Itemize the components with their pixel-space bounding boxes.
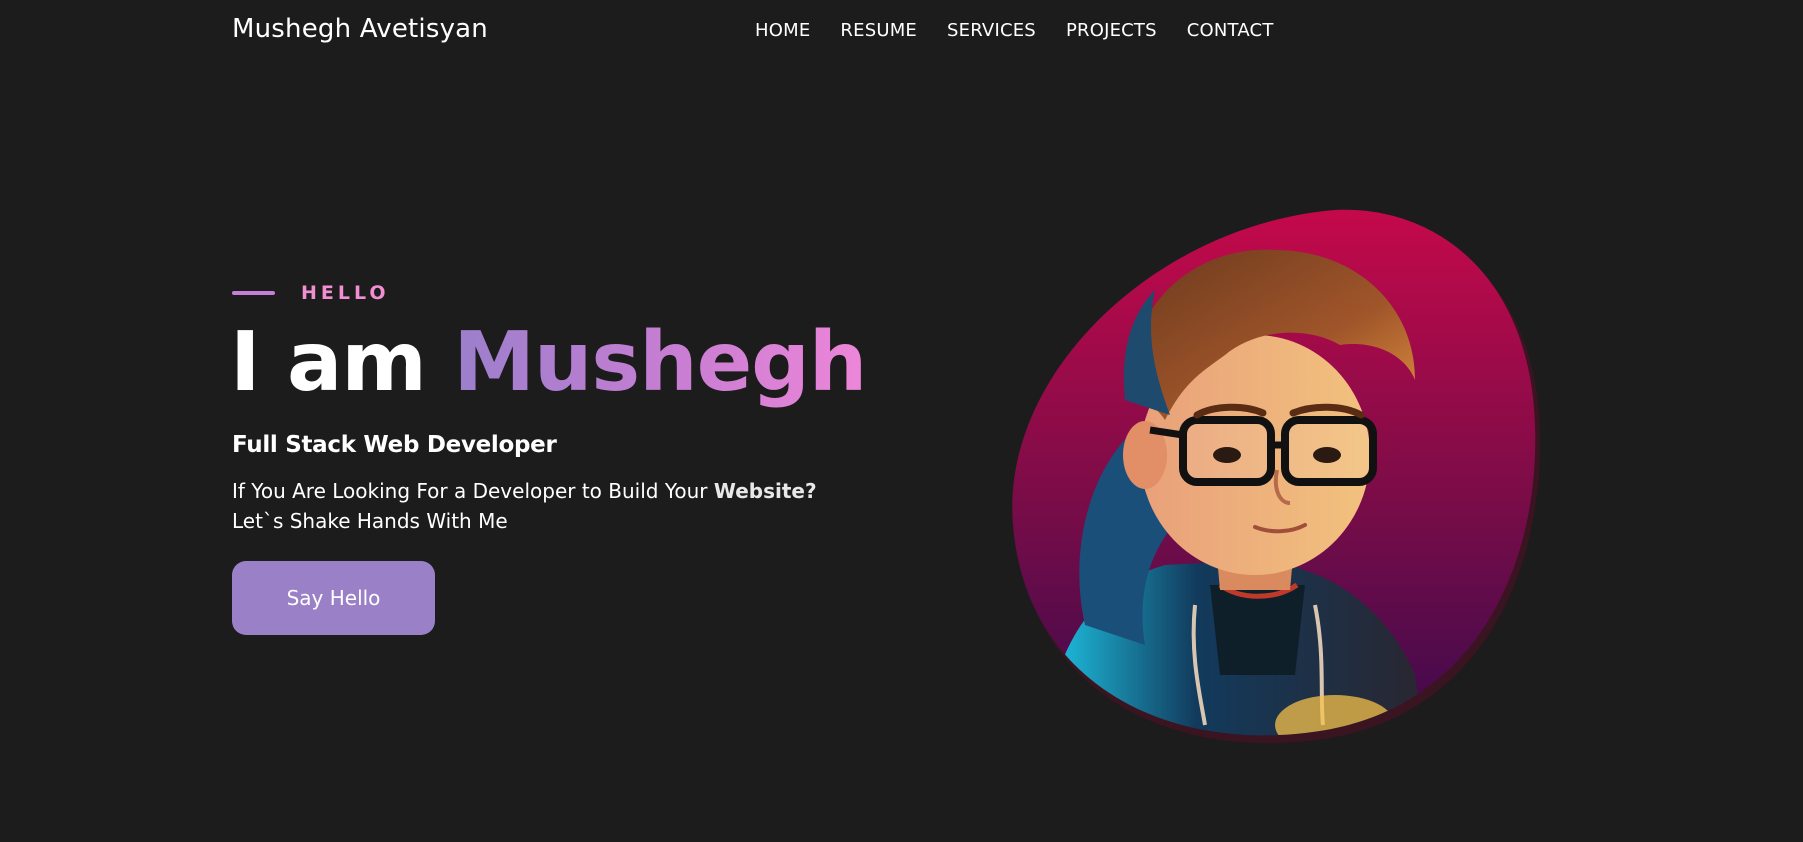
page: Mushegh Avetisyan HOME RESUME SERVICES P… — [0, 0, 1803, 842]
say-hello-button[interactable]: Say Hello — [232, 561, 435, 635]
eyebrow-divider — [232, 291, 275, 295]
nav-home[interactable]: HOME — [755, 20, 810, 41]
avatar-blob-svg — [1012, 209, 1541, 744]
nav-contact[interactable]: CONTACT — [1187, 20, 1274, 41]
hero-headline: I am Mushegh — [230, 315, 867, 410]
eyebrow-row: HELLO — [232, 282, 390, 304]
main-nav: HOME RESUME SERVICES PROJECTS CONTACT — [755, 20, 1274, 41]
role-title: Full Stack Web Developer — [232, 432, 557, 458]
avatar-illustration — [1005, 205, 1550, 750]
eyebrow-text: HELLO — [301, 282, 390, 304]
description-text-2: Let`s Shake Hands With Me — [232, 509, 508, 533]
eye-left — [1213, 447, 1241, 463]
nav-resume[interactable]: RESUME — [840, 20, 917, 41]
eye-right — [1313, 447, 1341, 463]
hero-description: If You Are Looking For a Developer to Bu… — [232, 476, 872, 536]
headline-prefix: I am — [230, 315, 427, 410]
description-bold: Website? — [713, 479, 817, 503]
nav-projects[interactable]: PROJECTS — [1066, 20, 1157, 41]
glasses-arm — [1149, 426, 1184, 439]
nav-services[interactable]: SERVICES — [947, 20, 1036, 41]
brand-logo[interactable]: Mushegh Avetisyan — [232, 14, 488, 44]
headline-name: Mushegh — [453, 315, 867, 410]
description-text-1: If You Are Looking For a Developer to Bu… — [232, 479, 714, 503]
